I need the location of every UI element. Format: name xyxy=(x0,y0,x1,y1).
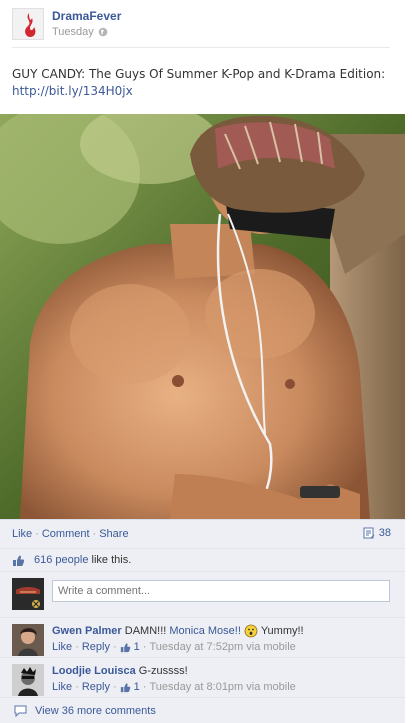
commenter-avatar-image xyxy=(12,624,44,656)
page-gutter xyxy=(405,0,412,723)
share-count[interactable]: 38 xyxy=(363,527,391,539)
comment-reply-link[interactable]: Reply xyxy=(82,679,110,695)
user-avatar-image xyxy=(12,578,44,610)
thumbs-up-icon xyxy=(120,682,130,692)
comment-author-link[interactable]: Loodjie Louisca xyxy=(52,665,136,677)
share-count-icon xyxy=(363,527,375,539)
post-actions: Like · Comment · Share xyxy=(12,528,129,540)
separator: · xyxy=(75,641,79,653)
like-link[interactable]: Like xyxy=(12,528,32,540)
comment-item: Gwen Palmer DAMN!!! Monica Mose!! Yummy!… xyxy=(0,617,405,657)
separator: · xyxy=(75,681,79,693)
comment-text-after: Yummy!! xyxy=(257,625,304,637)
commenter-avatar-image xyxy=(12,664,44,696)
thumbs-up-icon xyxy=(13,555,25,566)
comment-line: Gwen Palmer DAMN!!! Monica Mose!! Yummy!… xyxy=(52,623,397,639)
post-message: GUY CANDY: The Guys Of Summer K-Pop and … xyxy=(12,66,400,100)
comment-like-link[interactable]: Like xyxy=(52,679,72,695)
comment-reply-link[interactable]: Reply xyxy=(82,639,110,655)
comment-body: Loodjie Louisca G-zussss! Like · Reply ·… xyxy=(52,663,397,695)
comment-mention-link[interactable]: Monica Mose!! xyxy=(169,625,241,637)
header-divider xyxy=(12,47,390,48)
surprised-emoticon-icon xyxy=(244,624,258,638)
shirtless-man-photo xyxy=(0,114,405,519)
comment-author-link[interactable]: Gwen Palmer xyxy=(52,625,122,637)
comment-text: DAMN!!! xyxy=(121,625,170,637)
share-count-value: 38 xyxy=(378,527,391,539)
speech-bubble-icon xyxy=(14,705,27,717)
comment-compose-row xyxy=(0,571,405,617)
post-header: DramaFever Tuesday xyxy=(12,8,400,44)
page-name-link[interactable]: DramaFever xyxy=(52,9,121,23)
comment-time[interactable]: Tuesday at 7:52pm via mobile xyxy=(149,639,295,655)
comment-item: Loodjie Louisca G-zussss! Like · Reply ·… xyxy=(0,657,405,697)
comment-line: Loodjie Louisca G-zussss! xyxy=(52,663,397,679)
comment-link[interactable]: Comment xyxy=(42,528,90,540)
comment-likes-count[interactable]: 1 xyxy=(134,679,140,695)
ufi-panel: Like · Comment · Share 38 616 people like th… xyxy=(0,519,405,723)
comment-meta: Like · Reply · 1 · Tuesday at 7:52pm via… xyxy=(52,639,397,655)
separator: · xyxy=(35,528,39,540)
timestamp-text[interactable]: Tuesday xyxy=(52,26,94,38)
globe-icon[interactable] xyxy=(98,27,108,37)
commenter-avatar[interactable] xyxy=(12,664,44,696)
dramafever-flame-logo-icon xyxy=(25,13,36,37)
view-more-comments-row[interactable]: View 36 more comments xyxy=(0,697,405,723)
likes-row: 616 people like this. xyxy=(0,548,405,571)
separator: · xyxy=(92,528,97,540)
likes-summary: 616 people like this. xyxy=(34,554,131,566)
likes-count-link[interactable]: 616 people xyxy=(34,554,88,566)
separator: · xyxy=(112,641,117,653)
likes-suffix: like this. xyxy=(88,554,132,566)
separator: · xyxy=(142,641,147,653)
comment-body: Gwen Palmer DAMN!!! Monica Mose!! Yummy!… xyxy=(52,623,397,655)
comment-likes-count[interactable]: 1 xyxy=(134,639,140,655)
page-avatar[interactable] xyxy=(12,8,44,40)
thumbs-up-icon xyxy=(120,642,130,652)
message-text: GUY CANDY: The Guys Of Summer K-Pop and … xyxy=(12,67,386,81)
commenter-avatar[interactable] xyxy=(12,624,44,656)
facebook-post: DramaFever Tuesday GUY CANDY: The Guys O… xyxy=(0,0,412,723)
post-timestamp: Tuesday xyxy=(52,26,108,38)
view-more-comments-link[interactable]: View 36 more comments xyxy=(35,705,156,717)
share-link[interactable]: Share xyxy=(99,528,128,540)
comment-meta: Like · Reply · 1 · Tuesday at 8:01pm via… xyxy=(52,679,397,695)
write-comment-input[interactable] xyxy=(52,580,390,602)
current-user-avatar[interactable] xyxy=(12,578,44,610)
message-link[interactable]: http://bit.ly/134H0jx xyxy=(12,84,133,98)
separator: · xyxy=(112,681,117,693)
separator: · xyxy=(142,681,147,693)
comment-like-link[interactable]: Like xyxy=(52,639,72,655)
post-photo[interactable] xyxy=(0,114,405,519)
comment-text: G-zussss! xyxy=(135,665,188,677)
comment-time[interactable]: Tuesday at 8:01pm via mobile xyxy=(149,679,295,695)
